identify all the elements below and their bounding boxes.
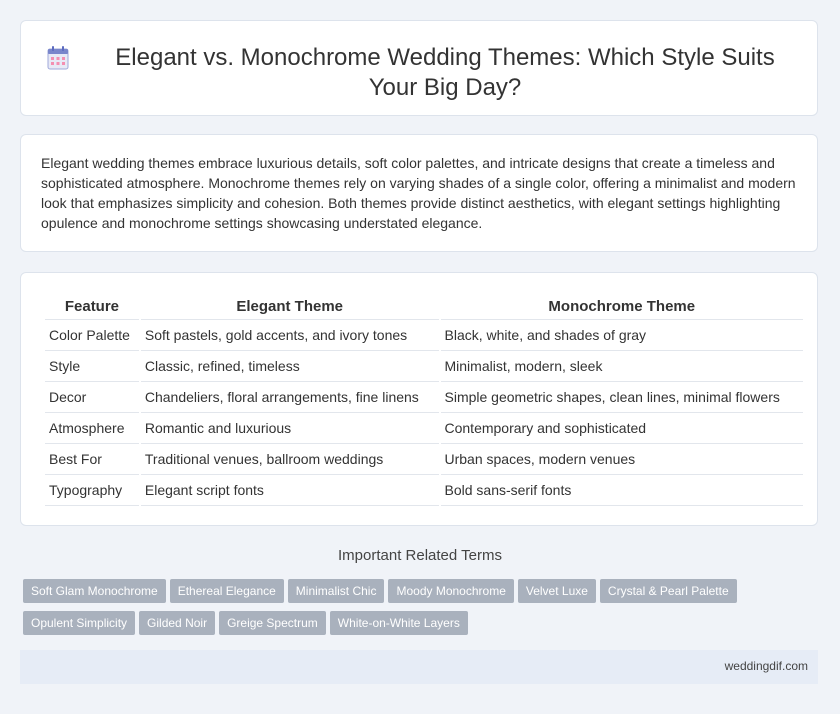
term-tag[interactable]: Greige Spectrum bbox=[219, 611, 326, 635]
table-row: Atmosphere Romantic and luxurious Contem… bbox=[45, 413, 803, 444]
table-row: Style Classic, refined, timeless Minimal… bbox=[45, 351, 803, 382]
related-terms-heading: Important Related Terms bbox=[338, 547, 502, 564]
column-header-monochrome: Monochrome Theme bbox=[440, 293, 803, 320]
table-cell: Style bbox=[45, 351, 139, 382]
table-cell: Bold sans-serif fonts bbox=[440, 475, 803, 506]
title-card: Elegant vs. Monochrome Wedding Themes: W… bbox=[20, 20, 818, 116]
table-row: Typography Elegant script fonts Bold san… bbox=[45, 475, 803, 506]
footer: weddingdif.com bbox=[20, 650, 818, 684]
comparison-table: Feature Elegant Theme Monochrome Theme C… bbox=[43, 293, 805, 506]
term-tag[interactable]: Ethereal Elegance bbox=[169, 579, 284, 603]
table-cell: Black, white, and shades of gray bbox=[440, 320, 803, 351]
page-title: Elegant vs. Monochrome Wedding Themes: W… bbox=[115, 44, 775, 101]
column-header-elegant: Elegant Theme bbox=[140, 293, 439, 320]
table-cell: Best For bbox=[45, 444, 139, 475]
term-tag[interactable]: Crystal & Pearl Palette bbox=[599, 579, 737, 603]
table-row: Color Palette Soft pastels, gold accents… bbox=[45, 320, 803, 351]
table-cell: Elegant script fonts bbox=[140, 475, 439, 506]
related-terms-list: Soft Glam Monochrome Ethereal Elegance M… bbox=[23, 579, 813, 643]
table-cell: Soft pastels, gold accents, and ivory to… bbox=[140, 320, 439, 351]
table-cell: Minimalist, modern, sleek bbox=[440, 351, 803, 382]
table-cell: Color Palette bbox=[45, 320, 139, 351]
table-cell: Simple geometric shapes, clean lines, mi… bbox=[440, 382, 803, 413]
term-tag[interactable]: Velvet Luxe bbox=[517, 579, 596, 603]
table-row: Best For Traditional venues, ballroom we… bbox=[45, 444, 803, 475]
term-tag[interactable]: Soft Glam Monochrome bbox=[23, 579, 166, 603]
table-cell: Traditional venues, ballroom weddings bbox=[140, 444, 439, 475]
table-cell: Contemporary and sophisticated bbox=[440, 413, 803, 444]
table-row: Decor Chandeliers, floral arrangements, … bbox=[45, 382, 803, 413]
term-tag[interactable]: White-on-White Layers bbox=[329, 611, 468, 635]
footer-site-link[interactable]: weddingdif.com bbox=[725, 659, 808, 673]
intro-card: Elegant wedding themes embrace luxurious… bbox=[20, 134, 818, 252]
intro-paragraph: Elegant wedding themes embrace luxurious… bbox=[41, 155, 796, 231]
comparison-card: Feature Elegant Theme Monochrome Theme C… bbox=[20, 272, 818, 526]
table-cell: Romantic and luxurious bbox=[140, 413, 439, 444]
term-tag[interactable]: Gilded Noir bbox=[139, 611, 216, 635]
table-header-row: Feature Elegant Theme Monochrome Theme bbox=[45, 293, 803, 320]
term-tag[interactable]: Moody Monochrome bbox=[388, 579, 514, 603]
table-cell: Chandeliers, floral arrangements, fine l… bbox=[140, 382, 439, 413]
column-header-feature: Feature bbox=[45, 293, 139, 320]
term-tag[interactable]: Minimalist Chic bbox=[287, 579, 385, 603]
term-tag[interactable]: Opulent Simplicity bbox=[23, 611, 136, 635]
table-cell: Decor bbox=[45, 382, 139, 413]
table-cell: Urban spaces, modern venues bbox=[440, 444, 803, 475]
calendar-icon bbox=[47, 46, 69, 70]
table-cell: Typography bbox=[45, 475, 139, 506]
table-cell: Classic, refined, timeless bbox=[140, 351, 439, 382]
table-cell: Atmosphere bbox=[45, 413, 139, 444]
